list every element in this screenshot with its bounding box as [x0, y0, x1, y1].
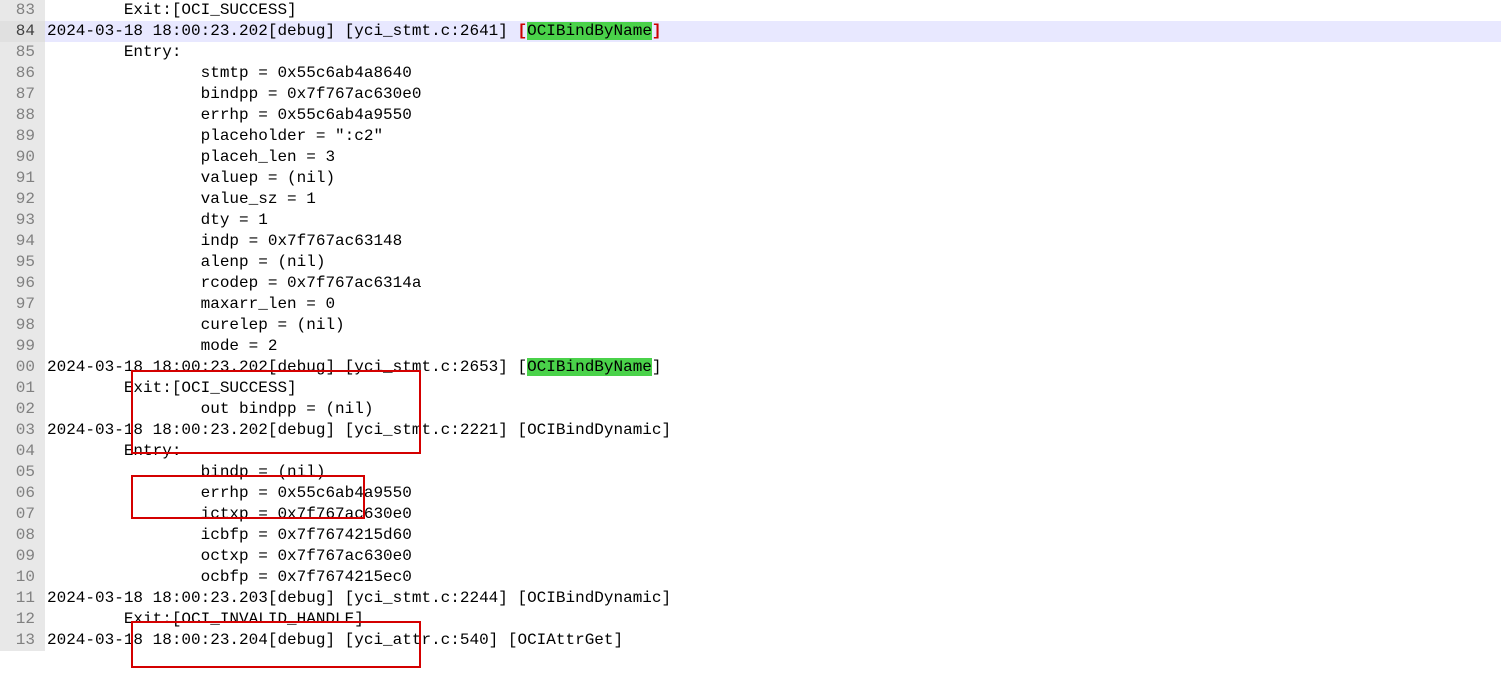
code-line[interactable]: 87 bindpp = 0x7f767ac630e0: [0, 84, 1501, 105]
line-number: 10: [0, 567, 45, 588]
code-line[interactable]: 89 placeholder = ":c2": [0, 126, 1501, 147]
line-number: 94: [0, 231, 45, 252]
line-number: 08: [0, 525, 45, 546]
line-number: 91: [0, 168, 45, 189]
line-number: 97: [0, 294, 45, 315]
code-line[interactable]: 01 Exit:[OCI_SUCCESS]: [0, 378, 1501, 399]
line-number: 88: [0, 105, 45, 126]
code-text: out bindpp = (nil): [45, 399, 1501, 420]
code-text: 2024-03-18 18:00:23.202[debug] [yci_stmt…: [45, 357, 1501, 378]
code-text: errhp = 0x55c6ab4a9550: [45, 483, 1501, 504]
code-text: maxarr_len = 0: [45, 294, 1501, 315]
code-line[interactable]: 88 errhp = 0x55c6ab4a9550: [0, 105, 1501, 126]
line-number: 90: [0, 147, 45, 168]
code-line[interactable]: 92 value_sz = 1: [0, 189, 1501, 210]
line-number: 12: [0, 609, 45, 630]
code-line[interactable]: 90 placeh_len = 3: [0, 147, 1501, 168]
line-number: 99: [0, 336, 45, 357]
code-line[interactable]: 09 octxp = 0x7f767ac630e0: [0, 546, 1501, 567]
line-number: 98: [0, 315, 45, 336]
code-line[interactable]: 842024-03-18 18:00:23.202[debug] [yci_st…: [0, 21, 1501, 42]
code-text: Entry:: [45, 441, 1501, 462]
code-line[interactable]: 002024-03-18 18:00:23.202[debug] [yci_st…: [0, 357, 1501, 378]
line-number: 96: [0, 273, 45, 294]
line-number: 01: [0, 378, 45, 399]
highlighted-function: OCIBindByName: [527, 358, 652, 376]
code-text: errhp = 0x55c6ab4a9550: [45, 105, 1501, 126]
code-line[interactable]: 83 Exit:[OCI_SUCCESS]: [0, 0, 1501, 21]
code-text: value_sz = 1: [45, 189, 1501, 210]
line-number: 09: [0, 546, 45, 567]
code-editor: 83 Exit:[OCI_SUCCESS]842024-03-18 18:00:…: [0, 0, 1501, 651]
code-text: rcodep = 0x7f767ac6314a: [45, 273, 1501, 294]
code-text: Entry:: [45, 42, 1501, 63]
code-line[interactable]: 02 out bindpp = (nil): [0, 399, 1501, 420]
code-text: dty = 1: [45, 210, 1501, 231]
code-line[interactable]: 04 Entry:: [0, 441, 1501, 462]
line-number: 83: [0, 0, 45, 21]
line-number: 05: [0, 462, 45, 483]
code-line[interactable]: 032024-03-18 18:00:23.202[debug] [yci_st…: [0, 420, 1501, 441]
code-line[interactable]: 97 maxarr_len = 0: [0, 294, 1501, 315]
line-number: 92: [0, 189, 45, 210]
code-text: 2024-03-18 18:00:23.203[debug] [yci_stmt…: [45, 588, 1501, 609]
code-text: stmtp = 0x55c6ab4a8640: [45, 63, 1501, 84]
code-line[interactable]: 98 curelep = (nil): [0, 315, 1501, 336]
line-number: 00: [0, 357, 45, 378]
line-number: 84: [0, 21, 45, 42]
highlighted-function: OCIBindByName: [527, 22, 652, 40]
line-number: 11: [0, 588, 45, 609]
line-number: 95: [0, 252, 45, 273]
code-text: curelep = (nil): [45, 315, 1501, 336]
code-text: Exit:[OCI_SUCCESS]: [45, 378, 1501, 399]
code-text: ocbfp = 0x7f7674215ec0: [45, 567, 1501, 588]
code-text: 2024-03-18 18:00:23.202[debug] [yci_stmt…: [45, 420, 1501, 441]
code-text: ictxp = 0x7f767ac630e0: [45, 504, 1501, 525]
code-line[interactable]: 12 Exit:[OCI_INVALID_HANDLE]: [0, 609, 1501, 630]
code-line[interactable]: 99 mode = 2: [0, 336, 1501, 357]
code-text: bindp = (nil): [45, 462, 1501, 483]
line-number: 04: [0, 441, 45, 462]
code-line[interactable]: 86 stmtp = 0x55c6ab4a8640: [0, 63, 1501, 84]
code-text: mode = 2: [45, 336, 1501, 357]
line-number: 87: [0, 84, 45, 105]
line-number: 02: [0, 399, 45, 420]
code-line[interactable]: 94 indp = 0x7f767ac63148: [0, 231, 1501, 252]
line-number: 85: [0, 42, 45, 63]
code-text: placeh_len = 3: [45, 147, 1501, 168]
code-line[interactable]: 96 rcodep = 0x7f767ac6314a: [0, 273, 1501, 294]
line-number: 03: [0, 420, 45, 441]
line-number: 89: [0, 126, 45, 147]
line-number: 86: [0, 63, 45, 84]
code-text: Exit:[OCI_INVALID_HANDLE]: [45, 609, 1501, 630]
code-text: indp = 0x7f767ac63148: [45, 231, 1501, 252]
line-number: 06: [0, 483, 45, 504]
code-line[interactable]: 112024-03-18 18:00:23.203[debug] [yci_st…: [0, 588, 1501, 609]
code-text: 2024-03-18 18:00:23.204[debug] [yci_attr…: [45, 630, 1501, 651]
code-text: 2024-03-18 18:00:23.202[debug] [yci_stmt…: [45, 21, 1501, 42]
line-number: 93: [0, 210, 45, 231]
code-line[interactable]: 85 Entry:: [0, 42, 1501, 63]
line-number: 13: [0, 630, 45, 651]
code-line[interactable]: 95 alenp = (nil): [0, 252, 1501, 273]
code-line[interactable]: 93 dty = 1: [0, 210, 1501, 231]
code-text: placeholder = ":c2": [45, 126, 1501, 147]
code-line[interactable]: 05 bindp = (nil): [0, 462, 1501, 483]
code-line[interactable]: 06 errhp = 0x55c6ab4a9550: [0, 483, 1501, 504]
code-text: alenp = (nil): [45, 252, 1501, 273]
code-text: icbfp = 0x7f7674215d60: [45, 525, 1501, 546]
code-text: octxp = 0x7f767ac630e0: [45, 546, 1501, 567]
code-text: Exit:[OCI_SUCCESS]: [45, 0, 1501, 21]
code-line[interactable]: 08 icbfp = 0x7f7674215d60: [0, 525, 1501, 546]
code-line[interactable]: 07 ictxp = 0x7f767ac630e0: [0, 504, 1501, 525]
code-text: valuep = (nil): [45, 168, 1501, 189]
code-line[interactable]: 132024-03-18 18:00:23.204[debug] [yci_at…: [0, 630, 1501, 651]
code-line[interactable]: 91 valuep = (nil): [0, 168, 1501, 189]
code-text: bindpp = 0x7f767ac630e0: [45, 84, 1501, 105]
code-line[interactable]: 10 ocbfp = 0x7f7674215ec0: [0, 567, 1501, 588]
line-number: 07: [0, 504, 45, 525]
